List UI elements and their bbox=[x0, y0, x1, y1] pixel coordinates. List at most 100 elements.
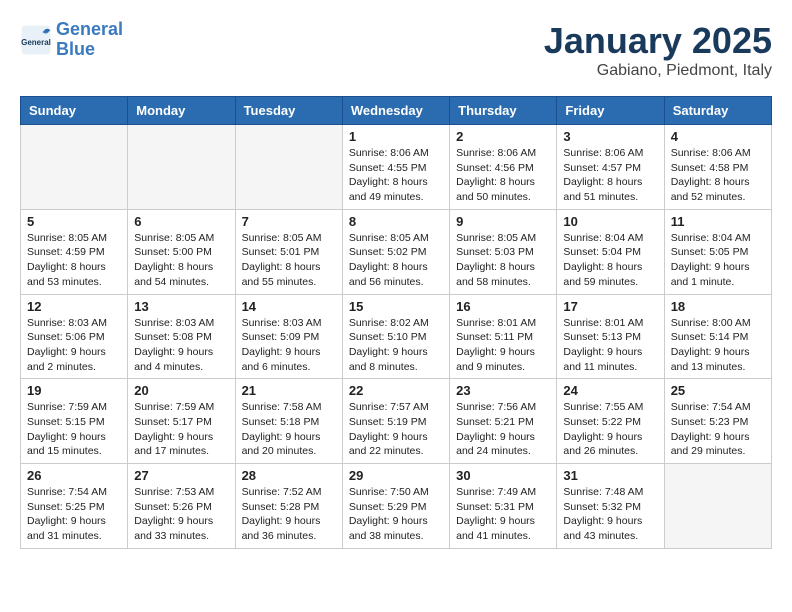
day-info: Sunrise: 7:59 AM Sunset: 5:15 PM Dayligh… bbox=[27, 400, 121, 459]
day-info: Sunrise: 7:58 AM Sunset: 5:18 PM Dayligh… bbox=[242, 400, 336, 459]
calendar-cell: 2 Sunrise: 8:06 AM Sunset: 4:56 PM Daylig… bbox=[450, 125, 557, 210]
day-number: 1 bbox=[349, 129, 443, 144]
logo-icon: General bbox=[20, 24, 52, 56]
calendar-cell: 24 Sunrise: 7:55 AM Sunset: 5:22 PM Dayli… bbox=[557, 379, 664, 464]
day-number: 2 bbox=[456, 129, 550, 144]
weekday-header: Sunday bbox=[21, 97, 128, 125]
day-info: Sunrise: 7:49 AM Sunset: 5:31 PM Dayligh… bbox=[456, 485, 550, 544]
day-number: 20 bbox=[134, 383, 228, 398]
day-number: 14 bbox=[242, 299, 336, 314]
calendar-cell bbox=[664, 464, 771, 549]
day-number: 25 bbox=[671, 383, 765, 398]
day-number: 17 bbox=[563, 299, 657, 314]
day-number: 18 bbox=[671, 299, 765, 314]
weekday-row: SundayMondayTuesdayWednesdayThursdayFrid… bbox=[21, 97, 772, 125]
day-number: 24 bbox=[563, 383, 657, 398]
day-number: 13 bbox=[134, 299, 228, 314]
day-info: Sunrise: 8:05 AM Sunset: 5:03 PM Dayligh… bbox=[456, 231, 550, 290]
calendar-cell: 18 Sunrise: 8:00 AM Sunset: 5:14 PM Dayli… bbox=[664, 294, 771, 379]
title-block: January 2025 Gabiano, Piedmont, Italy bbox=[544, 20, 772, 80]
calendar-cell: 29Sunrise: 7:50 AM Sunset: 5:29 PM Dayli… bbox=[342, 464, 449, 549]
calendar-cell: 7Sunrise: 8:05 AM Sunset: 5:01 PM Daylig… bbox=[235, 209, 342, 294]
day-info: Sunrise: 7:48 AM Sunset: 5:32 PM Dayligh… bbox=[563, 485, 657, 544]
calendar-cell: 19 Sunrise: 7:59 AM Sunset: 5:15 PM Dayli… bbox=[21, 379, 128, 464]
calendar-cell: 9Sunrise: 8:05 AM Sunset: 5:03 PM Daylig… bbox=[450, 209, 557, 294]
location: Gabiano, Piedmont, Italy bbox=[544, 62, 772, 80]
day-info: Sunrise: 8:03 AM Sunset: 5:08 PM Dayligh… bbox=[134, 316, 228, 375]
day-info: Sunrise: 7:59 AM Sunset: 5:17 PM Dayligh… bbox=[134, 400, 228, 459]
calendar-cell: 3Sunrise: 8:06 AM Sunset: 4:57 PM Daylig… bbox=[557, 125, 664, 210]
day-info: Sunrise: 7:56 AM Sunset: 5:21 PM Dayligh… bbox=[456, 400, 550, 459]
calendar-cell: 8 Sunrise: 8:05 AM Sunset: 5:02 PM Daylig… bbox=[342, 209, 449, 294]
calendar-cell: 27Sunrise: 7:53 AM Sunset: 5:26 PM Dayli… bbox=[128, 464, 235, 549]
day-number: 29 bbox=[349, 468, 443, 483]
calendar-cell: 22Sunrise: 7:57 AM Sunset: 5:19 PM Dayli… bbox=[342, 379, 449, 464]
calendar-cell: 28 Sunrise: 7:52 AM Sunset: 5:28 PM Dayli… bbox=[235, 464, 342, 549]
calendar-cell: 17 Sunrise: 8:01 AM Sunset: 5:13 PM Dayli… bbox=[557, 294, 664, 379]
weekday-header: Saturday bbox=[664, 97, 771, 125]
calendar-body: 1 Sunrise: 8:06 AM Sunset: 4:55 PM Daylig… bbox=[21, 125, 772, 549]
calendar-cell: 16 Sunrise: 8:01 AM Sunset: 5:11 PM Dayli… bbox=[450, 294, 557, 379]
day-number: 6 bbox=[134, 214, 228, 229]
page-header: General GeneralBlue January 2025 Gabiano… bbox=[20, 20, 772, 80]
logo-text: GeneralBlue bbox=[56, 20, 123, 60]
calendar-week: 12Sunrise: 8:03 AM Sunset: 5:06 PM Dayli… bbox=[21, 294, 772, 379]
day-number: 27 bbox=[134, 468, 228, 483]
weekday-header: Thursday bbox=[450, 97, 557, 125]
calendar-cell: 6 Sunrise: 8:05 AM Sunset: 5:00 PM Daylig… bbox=[128, 209, 235, 294]
calendar-cell bbox=[21, 125, 128, 210]
month-title: January 2025 bbox=[544, 20, 772, 62]
day-info: Sunrise: 7:52 AM Sunset: 5:28 PM Dayligh… bbox=[242, 485, 336, 544]
weekday-header: Wednesday bbox=[342, 97, 449, 125]
day-info: Sunrise: 7:54 AM Sunset: 5:23 PM Dayligh… bbox=[671, 400, 765, 459]
day-number: 8 bbox=[349, 214, 443, 229]
day-number: 30 bbox=[456, 468, 550, 483]
day-info: Sunrise: 7:55 AM Sunset: 5:22 PM Dayligh… bbox=[563, 400, 657, 459]
day-info: Sunrise: 8:05 AM Sunset: 5:00 PM Dayligh… bbox=[134, 231, 228, 290]
day-info: Sunrise: 8:06 AM Sunset: 4:58 PM Dayligh… bbox=[671, 146, 765, 205]
day-info: Sunrise: 8:03 AM Sunset: 5:09 PM Dayligh… bbox=[242, 316, 336, 375]
calendar-cell: 13 Sunrise: 8:03 AM Sunset: 5:08 PM Dayli… bbox=[128, 294, 235, 379]
day-number: 5 bbox=[27, 214, 121, 229]
calendar-week: 5 Sunrise: 8:05 AM Sunset: 4:59 PM Daylig… bbox=[21, 209, 772, 294]
day-info: Sunrise: 8:06 AM Sunset: 4:56 PM Dayligh… bbox=[456, 146, 550, 205]
weekday-header: Monday bbox=[128, 97, 235, 125]
calendar-cell: 26 Sunrise: 7:54 AM Sunset: 5:25 PM Dayli… bbox=[21, 464, 128, 549]
day-number: 31 bbox=[563, 468, 657, 483]
calendar-cell bbox=[235, 125, 342, 210]
calendar-cell: 14 Sunrise: 8:03 AM Sunset: 5:09 PM Dayli… bbox=[235, 294, 342, 379]
day-number: 21 bbox=[242, 383, 336, 398]
day-info: Sunrise: 7:54 AM Sunset: 5:25 PM Dayligh… bbox=[27, 485, 121, 544]
calendar-week: 19 Sunrise: 7:59 AM Sunset: 5:15 PM Dayli… bbox=[21, 379, 772, 464]
calendar-cell bbox=[128, 125, 235, 210]
day-info: Sunrise: 8:05 AM Sunset: 5:02 PM Dayligh… bbox=[349, 231, 443, 290]
calendar-cell: 12Sunrise: 8:03 AM Sunset: 5:06 PM Dayli… bbox=[21, 294, 128, 379]
day-number: 19 bbox=[27, 383, 121, 398]
day-number: 28 bbox=[242, 468, 336, 483]
day-number: 22 bbox=[349, 383, 443, 398]
calendar-cell: 4 Sunrise: 8:06 AM Sunset: 4:58 PM Daylig… bbox=[664, 125, 771, 210]
day-info: Sunrise: 8:01 AM Sunset: 5:11 PM Dayligh… bbox=[456, 316, 550, 375]
day-number: 15 bbox=[349, 299, 443, 314]
svg-text:General: General bbox=[21, 38, 51, 47]
day-number: 16 bbox=[456, 299, 550, 314]
day-info: Sunrise: 8:00 AM Sunset: 5:14 PM Dayligh… bbox=[671, 316, 765, 375]
day-number: 26 bbox=[27, 468, 121, 483]
day-number: 4 bbox=[671, 129, 765, 144]
calendar-week: 1 Sunrise: 8:06 AM Sunset: 4:55 PM Daylig… bbox=[21, 125, 772, 210]
calendar-week: 26 Sunrise: 7:54 AM Sunset: 5:25 PM Dayli… bbox=[21, 464, 772, 549]
calendar: SundayMondayTuesdayWednesdayThursdayFrid… bbox=[20, 96, 772, 549]
day-info: Sunrise: 8:02 AM Sunset: 5:10 PM Dayligh… bbox=[349, 316, 443, 375]
calendar-cell: 15 Sunrise: 8:02 AM Sunset: 5:10 PM Dayli… bbox=[342, 294, 449, 379]
calendar-cell: 21 Sunrise: 7:58 AM Sunset: 5:18 PM Dayli… bbox=[235, 379, 342, 464]
day-info: Sunrise: 8:05 AM Sunset: 4:59 PM Dayligh… bbox=[27, 231, 121, 290]
day-info: Sunrise: 8:01 AM Sunset: 5:13 PM Dayligh… bbox=[563, 316, 657, 375]
calendar-cell: 25 Sunrise: 7:54 AM Sunset: 5:23 PM Dayli… bbox=[664, 379, 771, 464]
day-number: 7 bbox=[242, 214, 336, 229]
day-info: Sunrise: 8:06 AM Sunset: 4:55 PM Dayligh… bbox=[349, 146, 443, 205]
day-number: 11 bbox=[671, 214, 765, 229]
weekday-header: Tuesday bbox=[235, 97, 342, 125]
weekday-header: Friday bbox=[557, 97, 664, 125]
day-number: 3 bbox=[563, 129, 657, 144]
calendar-cell: 20 Sunrise: 7:59 AM Sunset: 5:17 PM Dayli… bbox=[128, 379, 235, 464]
